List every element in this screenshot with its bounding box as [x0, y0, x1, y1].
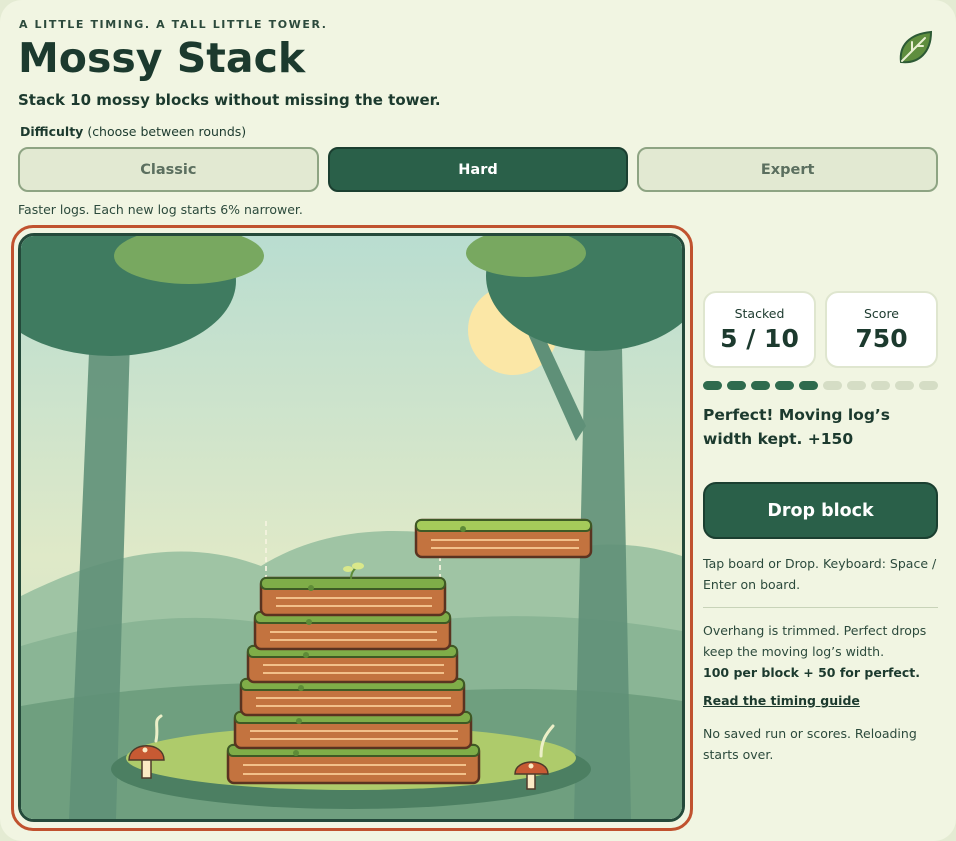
- difficulty-label-title: Difficulty: [20, 124, 84, 139]
- moving-log: [414, 518, 593, 559]
- feedback-message: Perfect! Moving log’s width kept. +150: [703, 406, 891, 448]
- difficulty-label-note: (choose between rounds): [87, 124, 247, 139]
- stacked-value: 5 / 10: [720, 324, 799, 353]
- subtitle: Stack 10 mossy blocks without missing th…: [18, 91, 441, 109]
- rules-line-1: Overhang is trimmed. Perfect drops keep …: [703, 623, 927, 659]
- board-scene: [21, 236, 682, 819]
- progress-pip: [847, 381, 866, 390]
- tower-log-4: [246, 644, 459, 684]
- rules-line-2: 100 per block + 50 for perfect.: [703, 665, 921, 680]
- progress-pip: [823, 381, 842, 390]
- controls-hint: Tap board or Drop. Keyboard: Space / Ent…: [703, 556, 937, 592]
- difficulty-note: Faster logs. Each new log starts 6% narr…: [18, 202, 303, 217]
- difficulty-selector: Classic Hard Expert: [18, 147, 939, 192]
- stacked-label: Stacked: [734, 306, 785, 321]
- score-value: 750: [855, 324, 908, 353]
- rules-text: Overhang is trimmed. Perfect drops keep …: [703, 620, 943, 683]
- page-title: Mossy Stack: [18, 34, 306, 82]
- tower-log-2: [233, 710, 473, 750]
- progress-pip: [727, 381, 746, 390]
- timing-guide-link[interactable]: Read the timing guide: [703, 693, 860, 708]
- progress-pip: [799, 381, 818, 390]
- tower-log-5: [253, 610, 452, 651]
- leaf-icon: [899, 30, 933, 64]
- progress-pip: [703, 381, 722, 390]
- score-card: Score 750: [825, 291, 938, 368]
- progress-pip: [919, 381, 938, 390]
- progress-pip: [895, 381, 914, 390]
- difficulty-expert-button[interactable]: Expert: [637, 147, 939, 192]
- stack-progress: [703, 381, 938, 390]
- saved-note: No saved run or scores. Reloading starts…: [703, 726, 917, 762]
- difficulty-label: Difficulty (choose between rounds): [20, 124, 246, 139]
- progress-pip: [775, 381, 794, 390]
- difficulty-hard-button[interactable]: Hard: [327, 147, 629, 192]
- score-label: Score: [863, 306, 899, 321]
- game-card: A LITTLE TIMING. A TALL LITTLE TOWER. Mo…: [0, 0, 956, 841]
- stacked-card: Stacked 5 / 10: [703, 291, 816, 368]
- progress-pip: [751, 381, 770, 390]
- tower-log-3: [239, 677, 466, 717]
- difficulty-classic-button[interactable]: Classic: [18, 147, 319, 192]
- eyebrow: A LITTLE TIMING. A TALL LITTLE TOWER.: [19, 18, 328, 31]
- tower-log-1: [226, 743, 481, 785]
- drop-block-button[interactable]: Drop block: [703, 482, 938, 539]
- progress-pip: [871, 381, 890, 390]
- divider: [703, 607, 938, 608]
- game-board[interactable]: [18, 233, 685, 822]
